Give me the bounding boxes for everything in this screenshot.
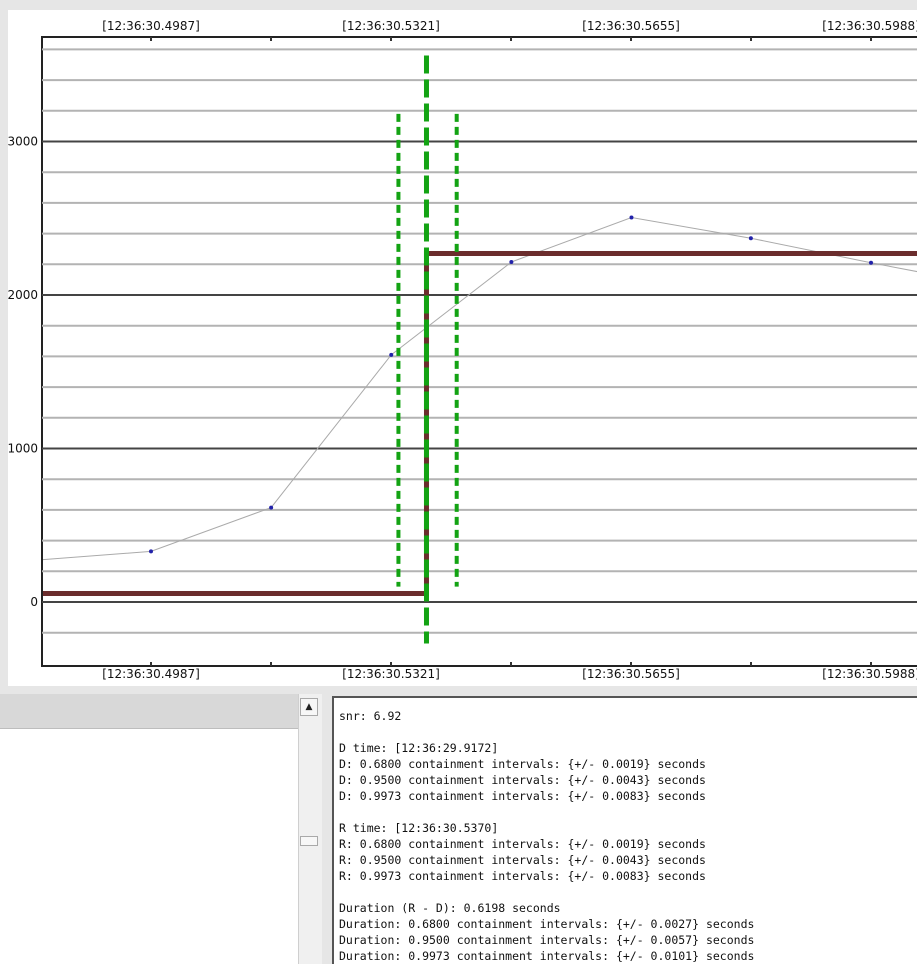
report-line: R: 0.9500 containment intervals: {+/- 0.…	[339, 853, 706, 867]
report-line	[339, 724, 917, 740]
x-tick-label-bottom: [12:36:30.5988]	[822, 667, 917, 681]
report-line	[339, 804, 917, 820]
chart: [12:36:30.4987] [12:36:30.4987] [12:36:30.…	[8, 19, 917, 681]
report-line: D: 0.9500 containment intervals: {+/- 0.…	[339, 773, 706, 787]
list-header	[0, 694, 298, 729]
report-line: Duration: 0.6800 containment intervals: …	[339, 917, 755, 931]
item-list[interactable]	[0, 729, 298, 964]
left-panel: ▲	[0, 694, 322, 964]
signal-point	[748, 236, 753, 241]
x-tick-label-top: [12:36:30.5321]	[342, 19, 440, 33]
report-line: Duration: 0.9500 containment intervals: …	[339, 933, 755, 947]
report-line: D: 0.9973 containment intervals: {+/- 0.…	[339, 789, 706, 803]
results-text-panel: snr: 6.92 D time: [12:36:29.9172] D: 0.68…	[332, 696, 917, 964]
x-tick-label-bottom: [12:36:30.5321]	[342, 667, 440, 681]
report-line: Duration: 0.9973 containment intervals: …	[339, 949, 755, 963]
y-tick-label: 1000	[8, 442, 38, 456]
x-tick-label-top: [12:36:30.4987]	[102, 19, 200, 33]
signal-point	[269, 505, 274, 510]
report-text: snr: 6.92 D time: [12:36:29.9172] D: 0.68…	[334, 698, 917, 964]
report-line: R: 0.9973 containment intervals: {+/- 0.…	[339, 869, 706, 883]
chart-panel: [12:36:30.4987] [12:36:30.4987] [12:36:30.…	[8, 10, 917, 686]
x-tick-label-bottom: [12:36:30.4987]	[102, 667, 200, 681]
report-line: snr: 6.92	[339, 709, 402, 723]
x-tick-label-top: [12:36:30.5655]	[582, 19, 680, 33]
report-line: R time: [12:36:30.5370]	[339, 821, 499, 835]
report-line: Duration (R - D): 0.6198 seconds	[339, 901, 561, 915]
y-tick-label: 0	[30, 595, 38, 609]
report-line: D time: [12:36:29.9172]	[339, 741, 499, 755]
signal-point	[149, 549, 153, 554]
scroll-thumb[interactable]	[300, 836, 318, 846]
signal-point	[869, 260, 873, 265]
report-line: R: 0.6800 containment intervals: {+/- 0.…	[339, 837, 706, 851]
report-line: D: 0.6800 containment intervals: {+/- 0.…	[339, 757, 706, 771]
report-line	[339, 884, 917, 900]
x-tick-label-bottom: [12:36:30.5655]	[582, 667, 680, 681]
x-tick-label-top: [12:36:30.5988]	[822, 19, 917, 33]
scroll-up-arrow-icon[interactable]: ▲	[300, 698, 318, 716]
scrollbar[interactable]: ▲	[298, 694, 321, 964]
y-tick-label: 3000	[8, 135, 38, 149]
y-tick-label: 2000	[8, 288, 38, 302]
signal-point	[389, 352, 394, 357]
signal-point	[509, 259, 514, 264]
signal-point	[629, 215, 634, 220]
